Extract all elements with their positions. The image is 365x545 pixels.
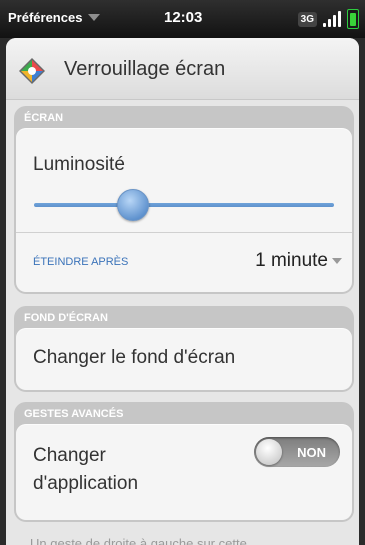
app-menu-label: Préférences (8, 10, 83, 25)
screen-lock-app-icon (19, 58, 45, 84)
wallpaper-group: FOND D'ÉCRAN Changer le fond d'écran (14, 306, 354, 392)
app-window: Verrouillage écran ÉCRAN Luminosité ÉTEI… (6, 38, 359, 545)
header: Verrouillage écran (6, 38, 359, 100)
footer-help-text: Un geste de droite à gauche sur cette (30, 536, 247, 545)
brightness-label: Luminosité (33, 154, 125, 175)
screen-group-body: Luminosité ÉTEINDRE APRÈS 1 minute (16, 128, 352, 292)
caret-down-icon (88, 14, 101, 21)
dropdown-arrow-icon (332, 258, 342, 264)
switch-app-label: Changer d'application (33, 445, 139, 494)
turn-off-dropdown[interactable]: 1 minute (255, 250, 342, 272)
clock: 12:03 (164, 9, 203, 26)
gestures-group-label: GESTES AVANCÉS (24, 408, 124, 420)
slider-thumb[interactable] (117, 189, 149, 221)
slider-track[interactable] (34, 203, 334, 207)
screen-group-label: ÉCRAN (24, 112, 64, 124)
toggle-state-label: NON (297, 445, 326, 460)
wallpaper-group-body[interactable]: Changer le fond d'écran (16, 328, 352, 390)
app-menu[interactable]: Préférences (8, 10, 101, 25)
gestures-group-body: Changer d'application NON (16, 424, 352, 520)
battery-icon (347, 9, 359, 29)
change-wallpaper-button[interactable]: Changer le fond d'écran (33, 347, 235, 369)
page-title: Verrouillage écran (64, 58, 226, 80)
status-icons: 3G (297, 9, 359, 29)
divider (16, 232, 352, 233)
turn-off-value: 1 minute (255, 250, 328, 271)
network-badge: 3G (297, 11, 317, 27)
wallpaper-group-label: FOND D'ÉCRAN (24, 312, 108, 324)
status-bar: Préférences 12:03 3G (0, 0, 365, 38)
screen-group: ÉCRAN Luminosité ÉTEINDRE APRÈS 1 minute (14, 106, 354, 294)
signal-icon (323, 11, 341, 27)
toggle-knob[interactable] (256, 439, 282, 465)
turn-off-after-label: ÉTEINDRE APRÈS (33, 256, 129, 268)
switch-app-toggle[interactable]: NON (254, 437, 340, 467)
gestures-group: GESTES AVANCÉS Changer d'application NON (14, 402, 354, 522)
brightness-slider[interactable] (34, 188, 334, 222)
